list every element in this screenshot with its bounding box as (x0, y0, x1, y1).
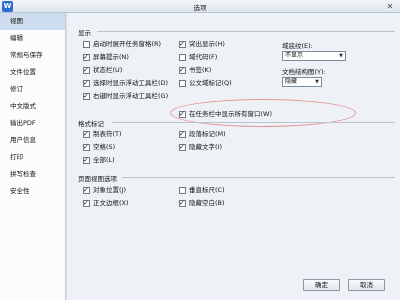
checkbox-screen-tips[interactable]: 屏幕提示(N) (83, 52, 129, 62)
select-value: 隐藏 (285, 78, 298, 85)
checkbox-paragraph-marks[interactable]: 段落标记(M) (179, 129, 226, 139)
checkbox-label: 域代码(F) (189, 53, 218, 61)
checkbox-spaces[interactable]: 空格(S) (83, 142, 115, 152)
checkbox-box[interactable] (83, 129, 90, 139)
checkbox-label: 隐藏文字(I) (189, 143, 222, 151)
checkbox-tab-chars[interactable]: 制表符(T) (83, 129, 122, 139)
chevron-down-icon[interactable]: ▼ (337, 52, 345, 60)
select-value: 不显示 (285, 52, 304, 59)
checkbox-expand-task-pane[interactable]: 启动时展开任务窗格(R) (83, 39, 161, 49)
checkbox-box[interactable] (179, 39, 186, 49)
cancel-button[interactable]: 取消 (348, 279, 385, 291)
sidebar-item-print[interactable]: 打印 (0, 149, 65, 166)
checkbox-box[interactable] (83, 185, 90, 195)
checkbox-box[interactable] (83, 198, 90, 208)
checkbox-label: 突出显示(H) (189, 40, 225, 48)
checkbox-label: 段落标记(M) (189, 130, 226, 138)
field-shading-select[interactable]: 不显示 ▼ (282, 51, 346, 61)
checkbox-box[interactable] (179, 186, 186, 194)
doc-structure-label: 文档结构图(Y): (282, 68, 326, 76)
window-title: 选项 (193, 4, 207, 12)
checkbox-label: 垂直标尺(C) (189, 186, 225, 194)
sidebar-item-spell-check[interactable]: 拼写检查 (0, 166, 65, 183)
sidebar-item-view[interactable]: 视图 (0, 13, 65, 30)
checkbox-bookmarks[interactable]: 书签(K) (179, 65, 211, 75)
sidebar-item-security[interactable]: 安全性 (0, 183, 65, 200)
sidebar: 视图 编辑 常规与保存 文件位置 修订 中文版式 输出PDF 用户信息 打印 拼… (0, 13, 66, 300)
section-divider (122, 177, 395, 178)
checkbox-hidden-text[interactable]: 隐藏文字(I) (179, 142, 222, 152)
checkbox-field-codes[interactable]: 域代码(F) (179, 52, 217, 62)
section-title-page-view: 页面视图选项 (78, 175, 117, 183)
checkbox-label: 书签(K) (189, 66, 212, 74)
checkbox-box[interactable] (83, 155, 90, 165)
sidebar-item-revision[interactable]: 修订 (0, 81, 65, 98)
checkbox-vertical-ruler[interactable]: 垂直标尺(C) (179, 185, 225, 195)
checkbox-box[interactable] (179, 79, 186, 87)
checkbox-label: 启动时展开任务窗格(R) (93, 40, 162, 48)
checkbox-all-marks[interactable]: 全部(L) (83, 155, 115, 165)
chevron-down-icon[interactable]: ▼ (313, 78, 321, 86)
title-bar: W 选项 ✕ (0, 0, 400, 13)
checkbox-object-anchors[interactable]: 对象位置(J) (83, 185, 126, 195)
options-panel: 显示 启动时展开任务窗格(R) 屏幕提示(N) 状态栏(U) 选择时显示浮动工具… (67, 13, 400, 300)
checkbox-label: 屏幕提示(N) (93, 53, 129, 61)
checkbox-highlight[interactable]: 突出显示(H) (179, 39, 225, 49)
checkbox-box[interactable] (179, 65, 186, 75)
checkbox-label: 状态栏(U) (93, 66, 123, 74)
checkbox-status-bar[interactable]: 状态栏(U) (83, 65, 122, 75)
sidebar-item-output-pdf[interactable]: 输出PDF (0, 115, 65, 132)
close-icon[interactable]: ✕ (384, 1, 396, 12)
checkbox-box[interactable] (83, 142, 90, 152)
sidebar-item-chinese-layout[interactable]: 中文版式 (0, 98, 65, 115)
checkbox-hide-whitespace[interactable]: 隐藏空白(B) (179, 198, 225, 208)
checkbox-label: 隐藏空白(B) (189, 199, 225, 207)
checkbox-box[interactable] (179, 53, 186, 61)
checkbox-box[interactable] (83, 91, 90, 101)
checkbox-label: 正文边框(X) (93, 199, 129, 207)
checkbox-official-field-mark[interactable]: 公文域标记(Q) (179, 78, 232, 88)
section-title-format-marks: 格式标记 (78, 120, 104, 128)
checkbox-label: 空格(S) (93, 143, 116, 151)
sidebar-item-file-location[interactable]: 文件位置 (0, 64, 65, 81)
section-divider (97, 31, 395, 32)
checkbox-box[interactable] (179, 129, 186, 139)
doc-structure-select[interactable]: 隐藏 ▼ (282, 77, 322, 87)
checkbox-label: 全部(L) (93, 156, 115, 164)
checkbox-label: 对象位置(J) (93, 186, 126, 194)
sidebar-item-edit[interactable]: 编辑 (0, 30, 65, 47)
checkbox-label: 右键时显示浮动工具栏(G) (93, 92, 169, 100)
ok-button[interactable]: 确定 (303, 279, 340, 291)
checkbox-box[interactable] (83, 40, 90, 48)
checkbox-label: 制表符(T) (93, 130, 122, 138)
sidebar-item-general-save[interactable]: 常规与保存 (0, 47, 65, 64)
checkbox-box[interactable] (179, 198, 186, 208)
sidebar-item-user-info[interactable]: 用户信息 (0, 132, 65, 149)
checkbox-float-toolbar-select[interactable]: 选择时显示浮动工具栏(D) (83, 78, 168, 88)
field-shading-label: 域底纹(E): (282, 42, 313, 50)
checkbox-box[interactable] (179, 142, 186, 152)
checkbox-label: 选择时显示浮动工具栏(D) (93, 79, 169, 87)
checkbox-label: 公文域标记(Q) (189, 79, 232, 87)
section-title-display: 显示 (78, 29, 91, 37)
checkbox-box[interactable] (83, 52, 90, 62)
checkbox-box[interactable] (83, 78, 90, 88)
checkbox-float-toolbar-rightclick[interactable]: 右键时显示浮动工具栏(G) (83, 91, 168, 101)
section-divider (112, 122, 395, 123)
checkbox-box[interactable] (83, 65, 90, 75)
checkbox-text-boundaries[interactable]: 正文边框(X) (83, 198, 129, 208)
